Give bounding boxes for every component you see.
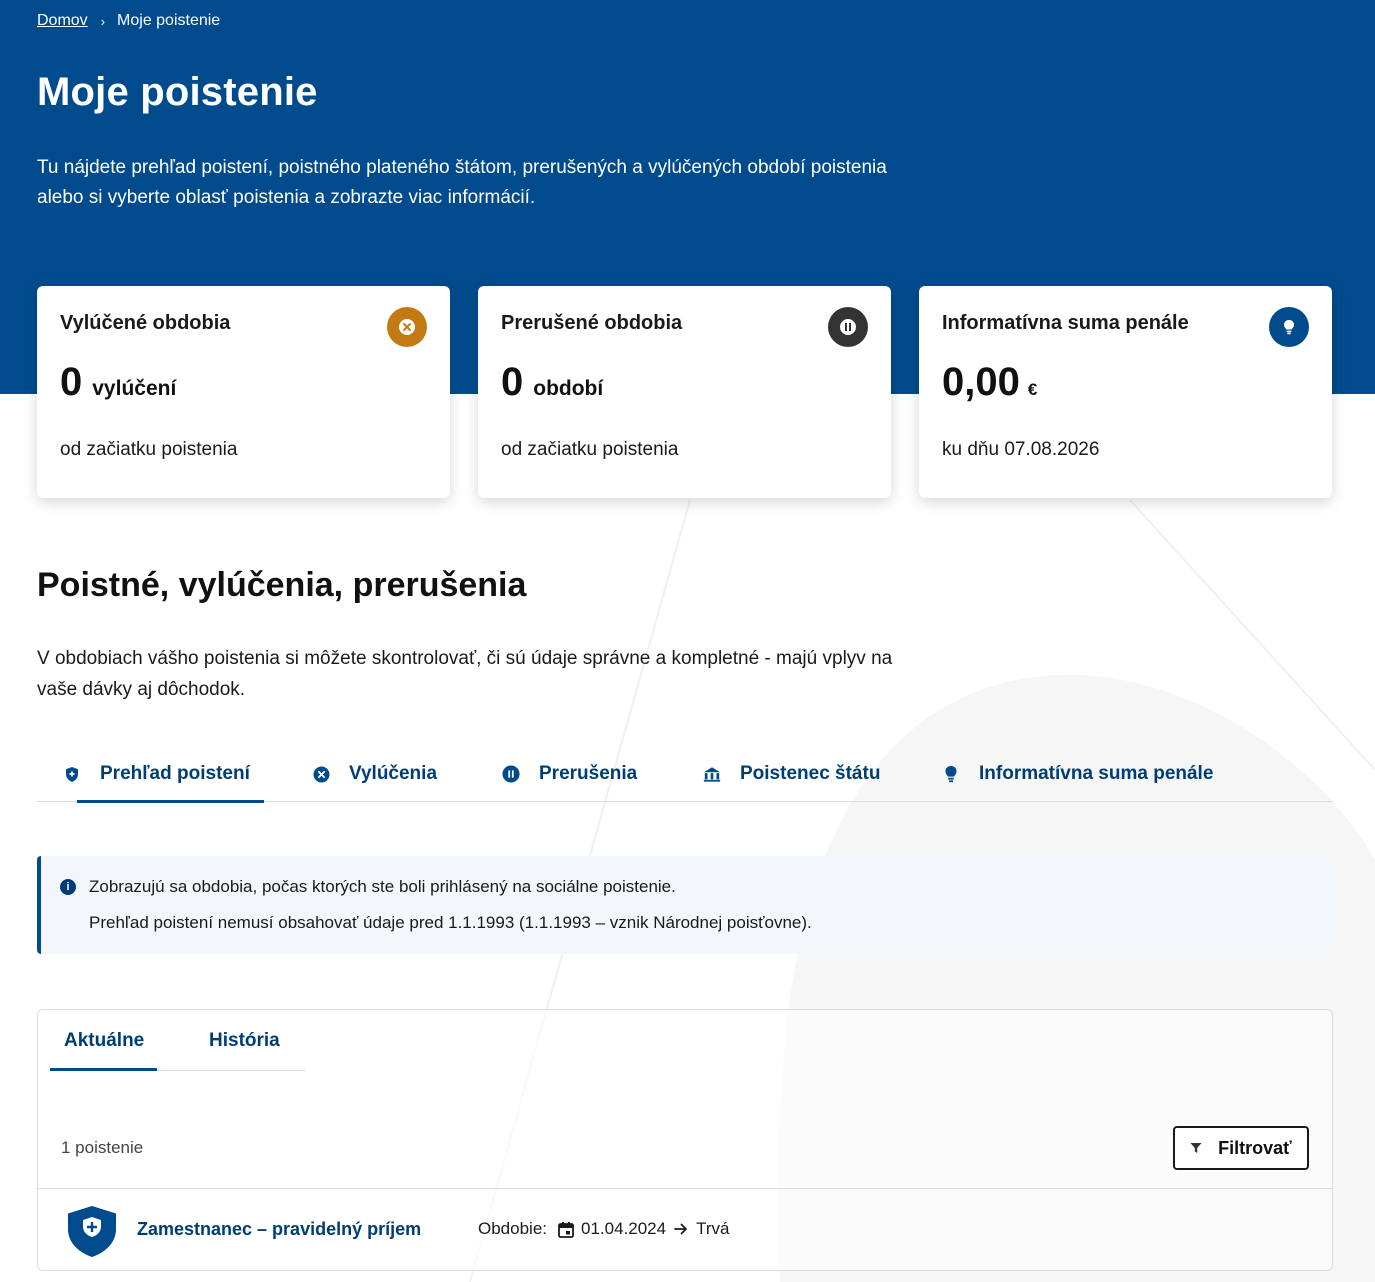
close-circle-icon	[312, 765, 330, 783]
close-circle-icon	[387, 307, 427, 347]
card-value: 0	[60, 360, 83, 404]
filter-button-label: Filtrovať	[1218, 1137, 1292, 1158]
page-intro: Tu nájdete prehľad poistení, poistného p…	[37, 157, 887, 208]
insurance-list-panel: Aktuálne História 1 poistenie Filtrovať …	[37, 1009, 1333, 1271]
card-unit: období	[533, 377, 604, 400]
card-interrupted-periods[interactable]: Prerušené obdobia 0 období od začiatku p…	[478, 286, 891, 498]
card-value: 0,00	[942, 360, 1020, 404]
period-label: Obdobie:	[478, 1219, 547, 1238]
info-icon: i	[60, 879, 76, 895]
arrow-right-icon	[674, 1223, 688, 1235]
shield-plus-icon	[63, 765, 81, 783]
tab-interruptions[interactable]: Prerušenia	[502, 746, 637, 802]
subtab-history[interactable]: História	[209, 1030, 280, 1052]
pause-icon	[502, 765, 520, 783]
insurance-tabs: Prehľad poistení Vylúčenia Prerušenia Po…	[37, 746, 1333, 803]
section-title: Poistné, vylúčenia, prerušenia	[37, 566, 527, 604]
tab-label: Prehľad poistení	[100, 763, 250, 784]
tab-state-insured[interactable]: Poistenec štátu	[703, 746, 880, 802]
card-title: Informatívna suma penále	[942, 312, 1189, 334]
breadcrumb-current: Moje poistenie	[117, 12, 221, 29]
card-penalty-sum[interactable]: Informatívna suma penále 0,00 € ku dňu 0…	[919, 286, 1332, 498]
period-to: Trvá	[696, 1219, 730, 1238]
insurance-row-title[interactable]: Zamestnanec – pravidelný príjem	[137, 1219, 421, 1240]
filter-button[interactable]: Filtrovať	[1173, 1126, 1309, 1170]
tab-label: Prerušenia	[539, 763, 638, 784]
shield-plus-icon	[64, 1203, 120, 1264]
info-line-2: Prehľad poistení nemusí obsahovať údaje …	[89, 913, 812, 932]
tab-insurance-overview[interactable]: Prehľad poistení	[63, 746, 264, 803]
tab-label: Vylúčenia	[349, 763, 438, 784]
insurance-row-period: Obdobie: 01.04.2024 Trvá	[478, 1219, 729, 1239]
card-subtitle: od začiatku poistenia	[501, 439, 679, 460]
result-count: 1 poistenie	[61, 1138, 144, 1157]
info-notice: i Zobrazujú sa obdobia, počas ktorých st…	[37, 856, 1333, 954]
state-building-icon	[703, 765, 721, 783]
breadcrumb-home-link[interactable]: Domov	[37, 12, 88, 30]
card-title: Prerušené obdobia	[501, 312, 683, 334]
subtab-current[interactable]: Aktuálne	[64, 1030, 144, 1052]
breadcrumb-separator: ›	[100, 13, 106, 29]
lightbulb-icon	[942, 765, 960, 783]
page-title: Moje poistenie	[37, 70, 318, 114]
info-line-1: Zobrazujú sa obdobia, počas ktorých ste …	[89, 877, 676, 896]
calendar-icon	[558, 1221, 574, 1238]
tab-label: Poistenec štátu	[740, 763, 881, 784]
period-subtabs: Aktuálne História	[50, 1010, 305, 1071]
tab-exclusions[interactable]: Vylúčenia	[312, 746, 437, 802]
section-intro: V obdobiach vášho poistenia si môžete sk…	[37, 648, 893, 700]
lightbulb-icon	[1269, 307, 1309, 347]
tab-label: Informatívna suma penále	[979, 763, 1214, 784]
card-value: 0	[501, 360, 524, 404]
card-title: Vylúčené obdobia	[60, 312, 231, 334]
filter-icon	[1190, 1142, 1202, 1154]
card-subtitle: ku dňu 07.08.2026	[942, 439, 1100, 460]
card-subtitle: od začiatku poistenia	[60, 439, 238, 460]
card-unit: €	[1027, 380, 1038, 399]
row-divider	[38, 1188, 1332, 1189]
tab-penalty-sum[interactable]: Informatívna suma penále	[942, 746, 1213, 802]
card-unit: vylúčení	[92, 377, 177, 400]
subtab-active-indicator	[50, 1068, 157, 1071]
period-from: 01.04.2024	[581, 1219, 667, 1238]
breadcrumb: Domov › Moje poistenie	[37, 12, 220, 30]
card-excluded-periods[interactable]: Vylúčené obdobia 0 vylúčení od začiatku …	[37, 286, 450, 498]
pause-icon	[828, 307, 868, 347]
